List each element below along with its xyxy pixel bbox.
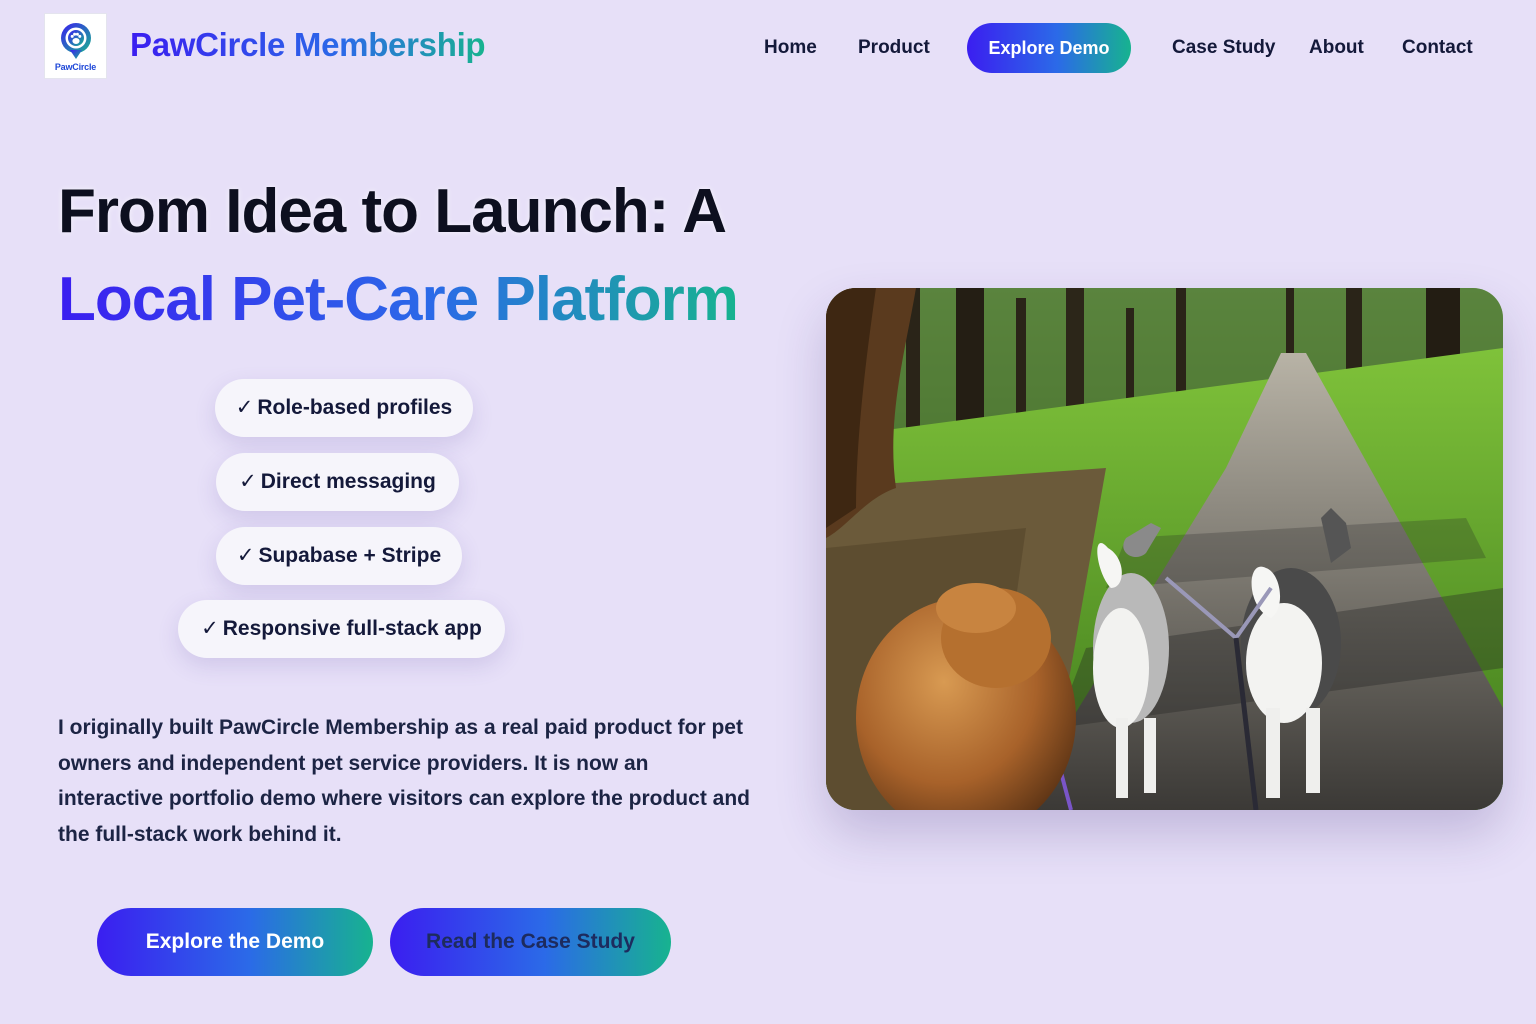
dogs-walking-photo [826, 288, 1503, 810]
feature-pill: ✓ Role-based profiles [215, 379, 473, 437]
nav-product[interactable]: Product [858, 23, 930, 73]
feature-label: Supabase + Stripe [258, 544, 442, 567]
nav-about[interactable]: About [1309, 23, 1364, 73]
check-icon: ✓ [201, 617, 219, 640]
hero-image [826, 288, 1503, 810]
hero-title: From Idea to Launch: A [58, 177, 727, 246]
nav-explore-demo-button[interactable]: Explore Demo [967, 23, 1131, 73]
read-case-study-button[interactable]: Read the Case Study [390, 908, 671, 976]
feature-label: Responsive full-stack app [222, 617, 482, 640]
nav-case-study[interactable]: Case Study [1172, 23, 1275, 73]
feature-label: Direct messaging [260, 470, 436, 493]
nav-home[interactable]: Home [764, 23, 817, 73]
check-icon: ✓ [239, 470, 257, 493]
feature-label: Role-based profiles [257, 396, 453, 419]
check-icon: ✓ [235, 396, 254, 419]
feature-pill: ✓ Responsive full-stack app [178, 600, 505, 658]
landing-page: PawCircle PawCircle Membership Home Prod… [0, 0, 1536, 1024]
intro-paragraph: I originally built PawCircle Membership … [58, 716, 750, 846]
hero-subtitle: Local Pet-Care Platform [58, 265, 739, 334]
explore-demo-button[interactable]: Explore the Demo [97, 908, 373, 976]
feature-pill: ✓ Supabase + Stripe [216, 527, 462, 585]
main-nav: Home Product Explore Demo Case Study Abo… [0, 23, 1536, 73]
check-icon: ✓ [236, 544, 255, 567]
feature-pill: ✓ Direct messaging [216, 453, 459, 511]
nav-contact[interactable]: Contact [1402, 23, 1473, 73]
